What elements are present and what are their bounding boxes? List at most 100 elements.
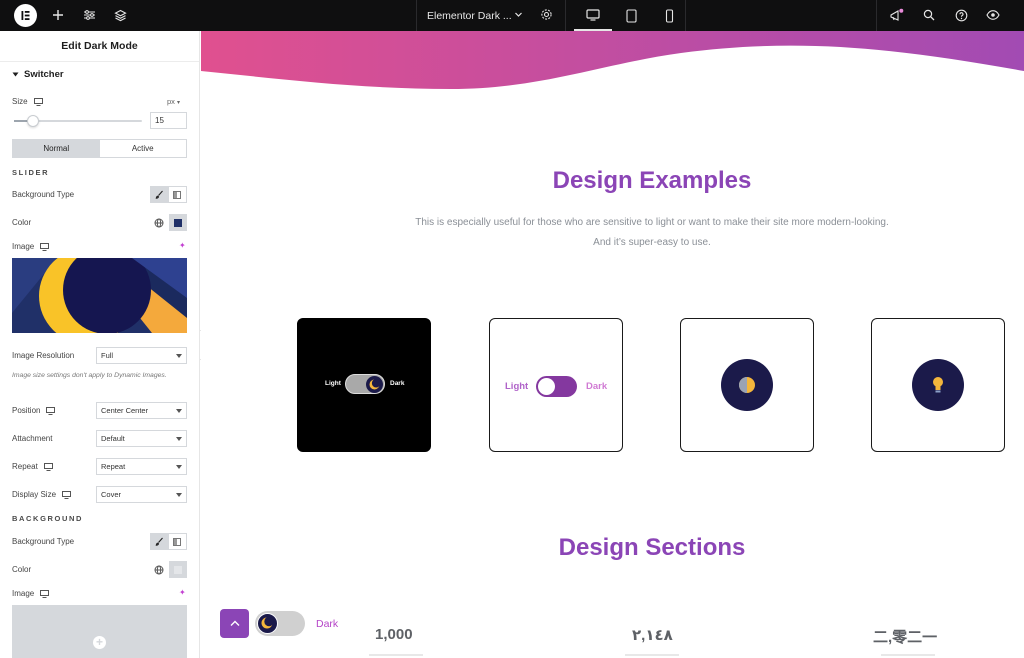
bg-color-swatch-button[interactable] xyxy=(168,561,187,578)
select-caret-icon xyxy=(176,354,182,358)
responsive-desktop-icon[interactable] xyxy=(43,462,53,471)
help-icon[interactable] xyxy=(953,7,969,23)
slider-image-label: Image xyxy=(12,242,50,251)
attachment-label: Attachment xyxy=(12,434,53,443)
moon-icon xyxy=(369,378,381,390)
example-card-purple-toggle: Light Dark xyxy=(489,318,623,452)
size-slider[interactable] xyxy=(14,115,142,127)
dark-mode-toggle[interactable] xyxy=(345,374,385,394)
bg-color-swatch-empty xyxy=(173,565,182,574)
repeat-label: Repeat xyxy=(12,462,53,471)
counter-underline xyxy=(369,654,423,656)
bg-background-type-label: Background Type xyxy=(12,537,75,546)
dark-mode-toggle[interactable] xyxy=(536,376,577,397)
select-value: Center Center xyxy=(101,406,149,415)
preview-eye-icon[interactable] xyxy=(985,7,1001,23)
repeat-select[interactable]: Repeat xyxy=(96,458,187,475)
switcher-section-toggle[interactable]: Switcher xyxy=(12,69,64,80)
tab-active[interactable]: Active xyxy=(100,140,187,157)
image-resolution-label: Image Resolution xyxy=(12,351,75,360)
select-value: Default xyxy=(101,434,125,443)
header-wave-shape xyxy=(201,31,1024,89)
counter-underline xyxy=(625,654,679,656)
slider-color-swatch-button[interactable] xyxy=(168,214,187,231)
size-control-label: Size xyxy=(12,97,43,106)
design-sections-heading: Design Sections xyxy=(558,534,746,561)
moon-icon xyxy=(261,616,274,629)
chevron-up-icon xyxy=(230,620,239,626)
dark-mode-round-button[interactable] xyxy=(912,359,964,411)
display-size-select[interactable]: Cover xyxy=(96,486,187,503)
caret-down-icon xyxy=(12,72,19,77)
light-bulb-icon xyxy=(933,377,943,393)
dark-mode-round-button[interactable] xyxy=(721,359,773,411)
gradient-icon[interactable] xyxy=(169,534,187,549)
position-select[interactable]: Center Center xyxy=(96,402,187,419)
bg-color-label: Color xyxy=(12,565,32,574)
counter-chinese: 二,零二一 xyxy=(873,629,938,646)
slider-image-preview[interactable] xyxy=(12,258,187,333)
display-size-label: Display Size xyxy=(12,490,72,499)
slider-group-heading: SLIDER xyxy=(12,168,50,177)
slider-background-type-choose xyxy=(150,186,187,203)
slider-color-label: Color xyxy=(12,218,32,227)
counter-underline xyxy=(881,654,935,656)
search-icon[interactable] xyxy=(921,7,937,23)
select-caret-icon xyxy=(176,493,182,497)
tab-normal[interactable]: Normal xyxy=(13,140,100,157)
responsive-desktop-icon[interactable] xyxy=(40,589,50,598)
tablet-view-icon[interactable] xyxy=(612,0,650,31)
global-colors-globe-icon[interactable] xyxy=(150,214,169,231)
slider-background-type-label: Background Type xyxy=(12,190,75,199)
classic-brush-icon[interactable] xyxy=(151,187,169,202)
unit-selector[interactable]: px ▾ xyxy=(167,97,180,106)
light-label: Light xyxy=(505,381,529,392)
responsive-desktop-icon[interactable] xyxy=(40,242,50,251)
panel-title: Edit Dark Mode xyxy=(0,31,199,62)
desktop-view-icon[interactable] xyxy=(574,0,612,31)
structure-layers-icon[interactable] xyxy=(112,7,128,23)
select-caret-icon xyxy=(176,465,182,469)
toggle-knob xyxy=(538,378,555,395)
description-line-1: This is especially useful for those who … xyxy=(415,217,889,228)
global-colors-globe-icon[interactable] xyxy=(150,561,169,578)
image-resolution-select[interactable]: Full xyxy=(96,347,187,364)
position-label-text: Position xyxy=(12,406,41,415)
classic-brush-icon[interactable] xyxy=(151,534,169,549)
elementor-e-icon xyxy=(21,11,30,20)
example-card-half-moon xyxy=(680,318,814,452)
chevron-down-icon xyxy=(514,10,523,22)
example-card-black: Light Dark xyxy=(297,318,431,452)
design-examples-heading: Design Examples xyxy=(552,167,752,194)
document-title: Elementor Dark ... xyxy=(427,9,512,22)
size-slider-handle[interactable] xyxy=(27,115,39,127)
document-title-dropdown[interactable]: Elementor Dark ... xyxy=(416,0,566,31)
ai-sparkle-icon[interactable]: ✦ xyxy=(179,588,186,597)
responsive-desktop-icon[interactable] xyxy=(46,406,56,415)
widget-settings-panel: Edit Dark Mode Switcher Size px ▾ 15 Nor… xyxy=(0,31,200,658)
elementor-navigator-button[interactable] xyxy=(220,609,249,638)
gradient-icon[interactable] xyxy=(169,187,187,202)
ai-sparkle-icon[interactable]: ✦ xyxy=(179,241,186,250)
responsive-desktop-icon[interactable] xyxy=(33,97,43,106)
slider-color-control xyxy=(150,214,187,231)
notifications-megaphone-icon[interactable] xyxy=(888,7,904,23)
add-image-plus-icon[interactable]: + xyxy=(93,636,106,649)
image-label-text: Image xyxy=(12,242,35,251)
attachment-select[interactable]: Default xyxy=(96,430,187,447)
mobile-view-icon[interactable] xyxy=(650,0,688,31)
half-moon-icon xyxy=(739,377,755,393)
size-number-input[interactable]: 15 xyxy=(150,112,187,129)
bg-image-placeholder[interactable]: + xyxy=(12,605,187,658)
section-label: Switcher xyxy=(24,69,64,80)
page-settings-gear-icon[interactable] xyxy=(540,8,553,24)
elementor-logo-button[interactable] xyxy=(14,4,37,27)
add-element-icon[interactable] xyxy=(50,7,66,23)
floating-dark-mode-toggle[interactable] xyxy=(255,611,305,636)
responsive-desktop-icon[interactable] xyxy=(62,490,72,499)
light-label: Light xyxy=(325,380,341,387)
display-size-label-text: Display Size xyxy=(12,490,57,499)
site-settings-icon[interactable] xyxy=(81,7,97,23)
toggle-knob xyxy=(257,613,278,634)
slider-color-swatch xyxy=(173,218,182,227)
